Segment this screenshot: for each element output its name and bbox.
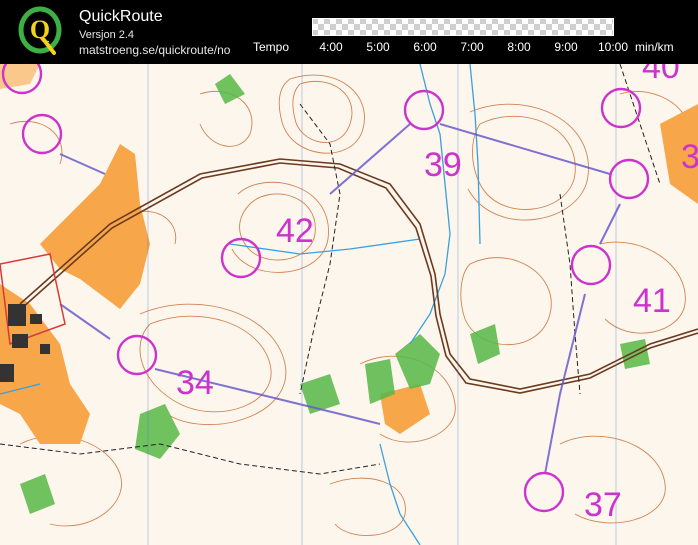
logo-letter: Q <box>30 15 50 44</box>
control-number: 42 <box>276 212 314 250</box>
control-number: 40 <box>642 64 680 86</box>
control-number: 41 <box>633 282 671 320</box>
tempo-tick: 9:00 <box>554 40 578 54</box>
tempo-tick: 6:00 <box>413 40 437 54</box>
tempo-tick: 8:00 <box>507 40 531 54</box>
tempo-tick: 4:00 <box>319 40 343 54</box>
control-number: 34 <box>176 364 214 402</box>
map-background <box>0 64 698 545</box>
tempo-color-scale <box>312 18 614 36</box>
app-title: QuickRoute <box>79 8 163 25</box>
tempo-tick: 10:00 <box>597 40 629 54</box>
app-header: Q QuickRoute Versjon 2.4 matstroeng.se/q… <box>0 0 698 64</box>
control-number: 37 <box>584 486 622 524</box>
control-number: 39 <box>424 146 462 184</box>
tempo-unit: min/km <box>635 40 674 54</box>
app-version: Versjon 2.4 <box>79 29 135 41</box>
control-number: 3 <box>681 138 698 176</box>
tempo-tick: 7:00 <box>460 40 484 54</box>
tempo-label: Tempo <box>253 40 290 54</box>
orienteering-map[interactable]: 39 42 34 41 37 40 3 <box>0 64 698 545</box>
quickroute-logo-icon: Q <box>18 6 62 55</box>
tempo-tick: 5:00 <box>366 40 390 54</box>
app-url: matstroeng.se/quickroute/no <box>79 43 231 57</box>
